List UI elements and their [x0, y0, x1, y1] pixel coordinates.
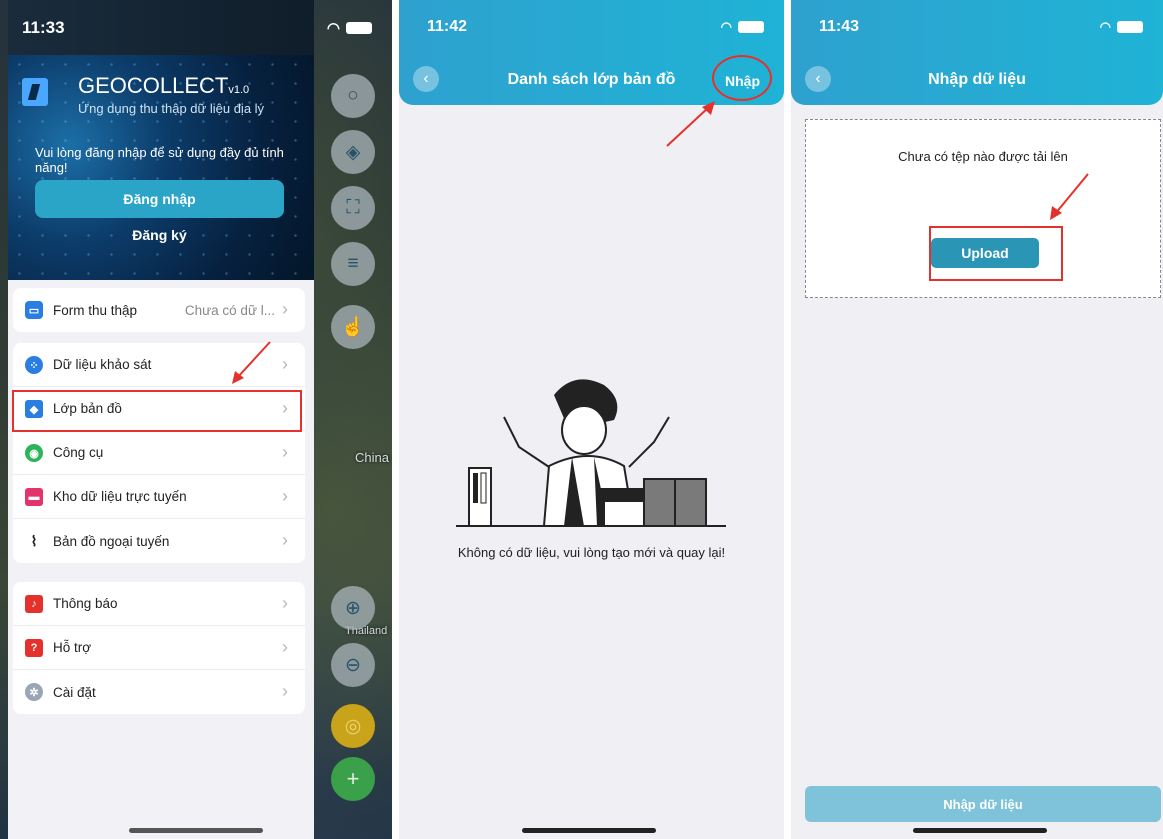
app-subtitle: Ứng dụng thu thập dữ liệu địa lý	[78, 101, 265, 116]
status-time: 11:43	[819, 18, 860, 35]
pointer-arrow-icon	[232, 341, 271, 384]
eye-icon: ◉	[25, 444, 43, 462]
touch-icon: ☝	[341, 317, 365, 338]
location-icon: ◎	[344, 715, 362, 737]
fullscreen-button[interactable]: ⛶	[331, 186, 375, 230]
battery-icon	[346, 22, 372, 34]
chevron-right-icon: ›	[282, 398, 288, 418]
upload-status-text: Chưa có tệp nào được tải lên	[898, 149, 1068, 164]
menu-item-online-store[interactable]: ▬ Kho dữ liệu trực tuyến ›	[13, 475, 305, 519]
form-row[interactable]: ▭ Form thu thập Chưa có dữ l... ›	[13, 288, 305, 332]
app-version: v1.0	[228, 84, 250, 96]
menu-item-notifications[interactable]: ♪ Thông báo ›	[13, 582, 305, 626]
form-group: ▭ Form thu thập Chưa có dữ l... ›	[13, 288, 305, 332]
menu-item-settings[interactable]: ✲ Cài đặt ›	[13, 670, 305, 714]
search-icon: ○	[347, 85, 359, 106]
menu-item-label: Kho dữ liệu trực tuyến	[53, 489, 187, 504]
zoom-in-icon: ⊕	[345, 597, 361, 619]
screen-drawer-menu: China Thailand ○ ◈ ⛶ ≡ ☝ ⊕ ⊖ ◎ + GEOCOLL…	[0, 0, 392, 839]
screen-import-data: 11:43 ◠ ‹ Nhập dữ liệu Chưa có tệp nào đ…	[791, 0, 1163, 839]
nav-bar: 11:43 ◠ ‹ Nhập dữ liệu	[791, 0, 1163, 105]
form-icon: ▭	[25, 301, 43, 319]
chevron-right-icon: ›	[282, 593, 288, 613]
page-title: Nhập dữ liệu	[928, 71, 1026, 88]
wifi-icon: ◠	[1099, 19, 1111, 34]
search-map-button[interactable]: ○	[331, 74, 375, 118]
wifi-icon: ◠	[720, 19, 732, 34]
menu-group-secondary: ♪ Thông báo › ? Hỗ trợ › ✲ Cài đặt ›	[13, 582, 305, 714]
chevron-right-icon: ›	[282, 681, 288, 701]
zoom-in-button[interactable]: ⊕	[331, 586, 375, 630]
menu-item-tools[interactable]: ◉ Công cụ ›	[13, 431, 305, 475]
status-time: 11:42	[427, 18, 468, 35]
status-bar: 11:33 ◠	[22, 18, 372, 38]
layers-map-button[interactable]: ◈	[331, 130, 375, 174]
bell-icon: ♪	[25, 595, 43, 613]
app-logo-icon	[22, 78, 48, 106]
map-label-china: China	[355, 450, 389, 465]
chevron-right-icon: ›	[282, 486, 288, 506]
touch-button[interactable]: ☝	[331, 305, 375, 349]
wifi-off-icon: ⌇	[30, 532, 38, 549]
chevron-right-icon: ›	[282, 354, 288, 374]
menu-item-support[interactable]: ? Hỗ trợ ›	[13, 626, 305, 670]
zoom-out-icon: ⊖	[345, 654, 361, 676]
plus-icon: +	[346, 766, 360, 791]
menu-item-label: Dữ liệu khảo sát	[53, 357, 152, 372]
pointer-arrow-icon	[1050, 173, 1089, 220]
empty-state-illustration	[456, 379, 726, 527]
store-icon: ▬	[25, 488, 43, 506]
form-row-label: Form thu thập	[53, 302, 138, 318]
layers-icon: ◆	[25, 400, 43, 418]
chevron-right-icon: ›	[282, 530, 288, 550]
app-name: GEOCOLLECT	[78, 73, 229, 98]
help-icon: ?	[25, 639, 43, 657]
side-drawer: GEOCOLLECTv1.0 Ứng dụng thu thập dữ liệu…	[8, 0, 314, 839]
fullscreen-icon: ⛶	[346, 197, 360, 218]
settings-icon: ✲	[25, 683, 43, 701]
layers-icon: ◈	[345, 141, 361, 163]
add-button[interactable]: +	[331, 757, 375, 801]
menu-item-label: Bản đồ ngoại tuyến	[53, 533, 170, 549]
screen-layer-list: 11:42 ◠ ‹ Danh sách lớp bản đồ Nhập Khôn…	[399, 0, 784, 839]
pointer-arrow-icon	[666, 101, 715, 147]
menu-item-label: Lớp bản đồ	[53, 401, 122, 416]
import-data-button[interactable]: Nhập dữ liệu	[805, 786, 1161, 822]
chevron-right-icon: ›	[282, 637, 288, 657]
menu-item-label: Cài đặt	[53, 684, 96, 700]
menu-item-map-layers[interactable]: ◆ Lớp bản đồ ›	[13, 387, 305, 431]
chevron-right-icon: ›	[282, 299, 288, 319]
grid-icon: ⁘	[25, 356, 43, 374]
login-note: Vui lòng đăng nhập để sử dụng đầy đủ tín…	[35, 145, 284, 175]
drawer-header: GEOCOLLECTv1.0 Ứng dụng thu thập dữ liệu…	[8, 55, 314, 280]
filter-button[interactable]: ≡	[331, 242, 375, 286]
status-bar: 11:43 ◠	[819, 18, 1143, 36]
home-indicator	[522, 828, 656, 833]
locate-button[interactable]: ◎	[331, 704, 375, 748]
wifi-icon: ◠	[326, 20, 340, 37]
menu-item-label: Thông báo	[53, 596, 118, 611]
menu-item-offline-map[interactable]: ⌇ Bản đồ ngoại tuyến ›	[13, 519, 305, 563]
status-bar: 11:42 ◠	[427, 18, 764, 36]
home-indicator	[129, 828, 263, 833]
menu-item-label: Hỗ trợ	[53, 640, 92, 655]
battery-icon	[738, 21, 764, 33]
sliders-icon: ≡	[347, 253, 359, 274]
chevron-right-icon: ›	[282, 442, 288, 462]
upload-drop-zone[interactable]: Chưa có tệp nào được tải lên Upload	[805, 119, 1161, 298]
home-indicator	[913, 828, 1047, 833]
empty-state-message: Không có dữ liệu, vui lòng tạo mới và qu…	[457, 545, 726, 560]
form-row-value: Chưa có dữ l...	[184, 302, 275, 318]
status-time: 11:33	[22, 18, 65, 37]
app-title: GEOCOLLECTv1.0	[78, 73, 249, 99]
menu-item-label: Công cụ	[53, 445, 104, 460]
highlight-upload	[929, 226, 1063, 281]
battery-icon	[1117, 21, 1143, 33]
register-button[interactable]: Đăng ký	[35, 227, 284, 247]
login-button[interactable]: Đăng nhập	[35, 180, 284, 218]
zoom-out-button[interactable]: ⊖	[331, 643, 375, 687]
